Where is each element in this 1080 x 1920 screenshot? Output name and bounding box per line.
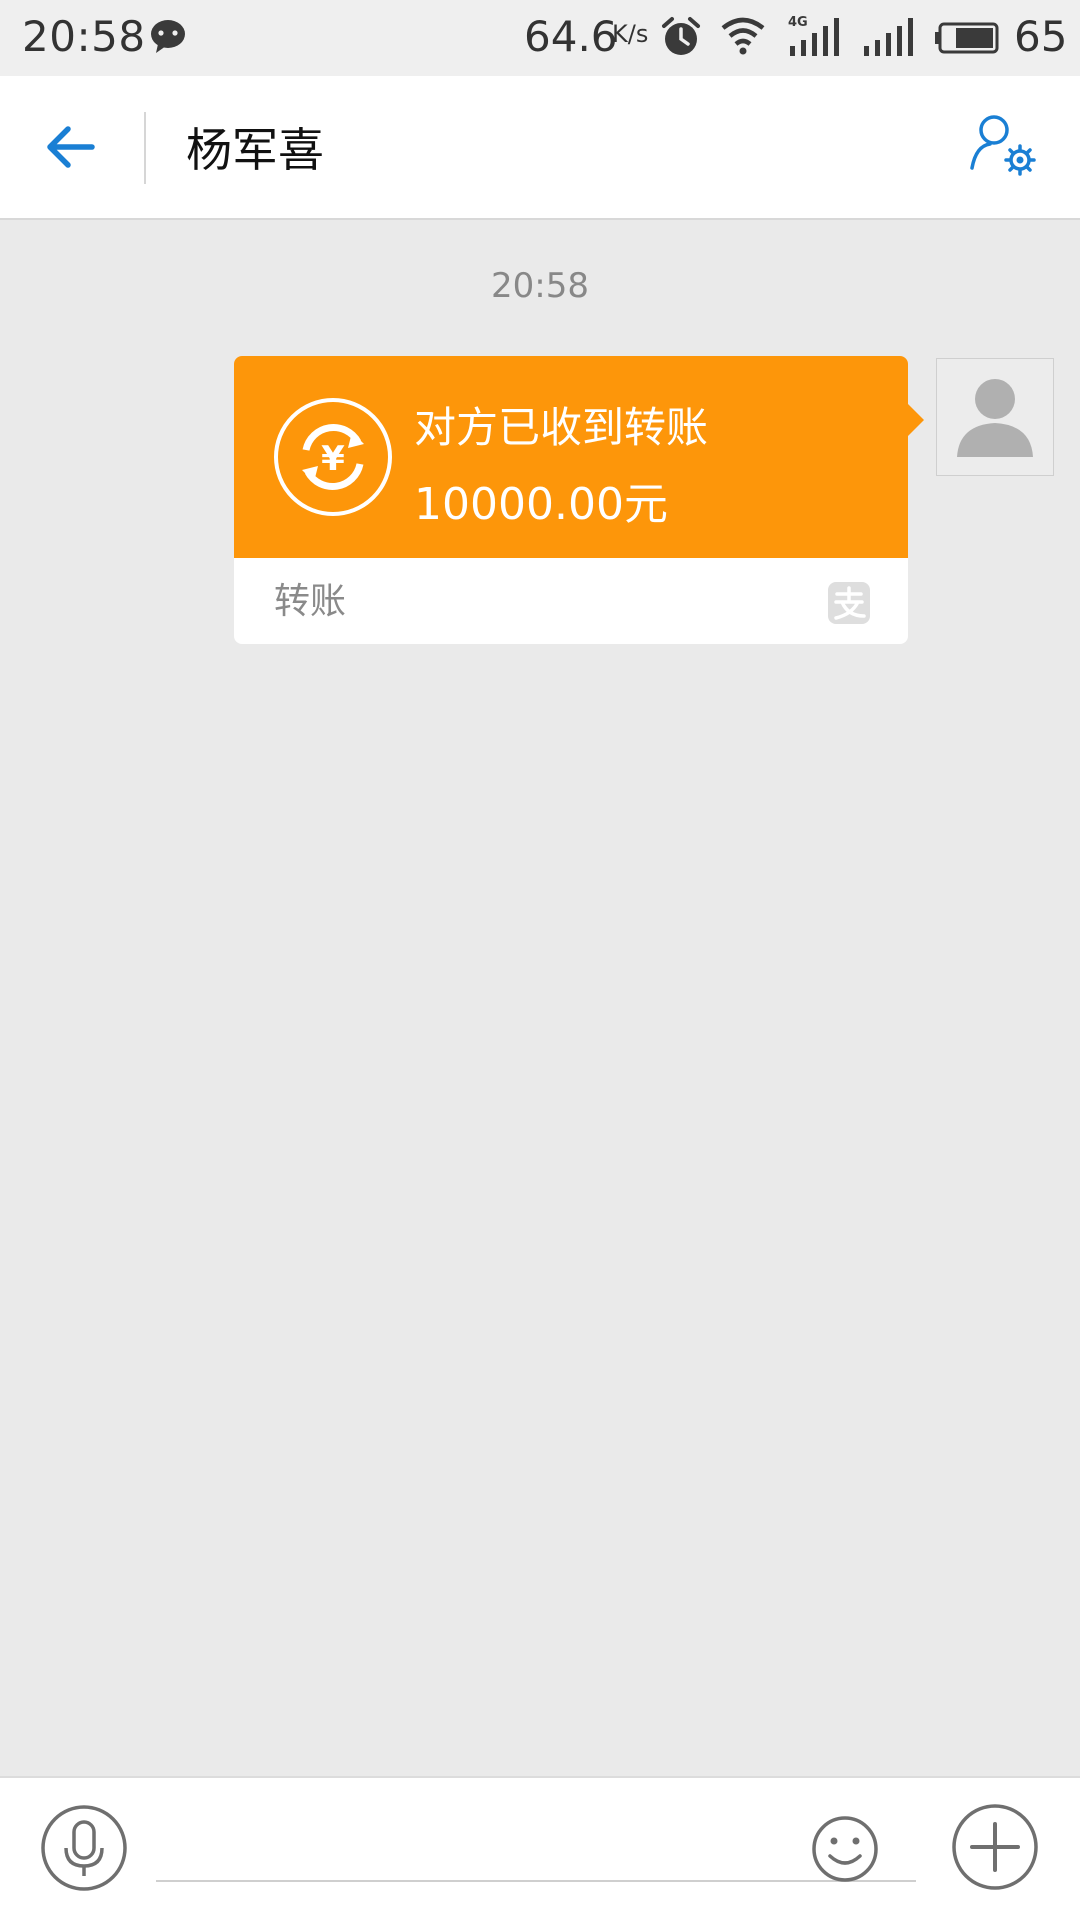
network-speed-unit: K/s [612,20,649,48]
default-avatar-icon[interactable] [936,358,1054,476]
chat-header: 杨军喜 [0,76,1080,220]
battery-icon [935,22,999,54]
alarm-icon [662,17,700,55]
chat-title: 杨军喜 [186,123,324,177]
message-input[interactable] [156,1808,916,1882]
message-timestamp: 20:58 [491,266,589,306]
transfer-message-card[interactable]: ¥ 对方已收到转账 10000.00元 转账 [234,356,924,644]
cellular-signal-icon [864,18,913,56]
smiley-icon[interactable] [810,1814,880,1884]
input-bar [0,1776,1080,1920]
transfer-card-header: ¥ 对方已收到转账 10000.00元 [234,356,908,558]
transfer-amount: 10000.00元 [414,479,668,530]
chat-notification-icon [151,20,185,53]
status-bar: 20:58 64.6 K/s 4G 65 [0,0,1080,76]
chat-screen: 20:58 64.6 K/s 4G 65 杨军喜 20:58 ¥ 对方已收到转账… [0,0,1080,1920]
transfer-label: 转账 [274,581,347,622]
network-speed: 64.6 [524,12,618,61]
plus-icon[interactable] [950,1802,1040,1892]
network-type-label: 4G [788,15,808,30]
yuan-refresh-icon: ¥ [274,398,392,516]
battery-level: 65 [1014,12,1068,61]
svg-text:¥: ¥ [321,439,345,479]
cellular-4g-icon: 4G [788,15,839,56]
status-time: 20:58 [22,12,146,61]
bubble-tail [908,404,924,436]
header-divider [144,112,146,184]
wifi-icon [721,17,765,55]
alipay-icon [828,582,870,624]
microphone-icon[interactable] [40,1804,128,1892]
transfer-status-text: 对方已收到转账 [414,403,709,452]
user-settings-icon[interactable] [968,112,1040,182]
back-arrow-icon[interactable] [40,116,102,178]
